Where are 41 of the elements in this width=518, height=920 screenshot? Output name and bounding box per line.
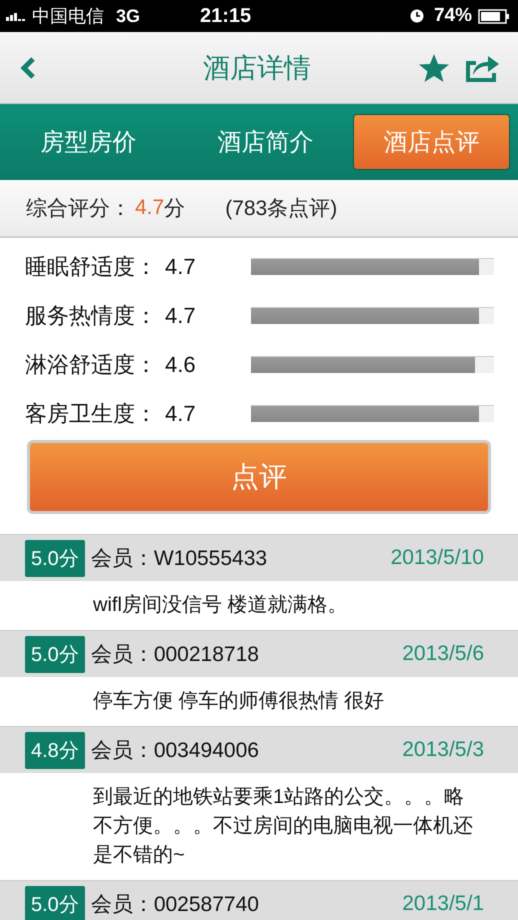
overall-label: 综合评分： xyxy=(26,196,131,222)
rating-label: 睡眠舒适度： xyxy=(25,252,158,280)
signal-icon xyxy=(6,11,28,21)
score-badge: 5.0分 xyxy=(25,886,85,920)
review-text: 到最近的地铁站要乘1站路的公交。。。略不方便。。。不过房间的电脑电视一体机还是不错的~ xyxy=(93,785,474,868)
score-unit: 分 xyxy=(164,196,186,222)
back-icon[interactable] xyxy=(20,56,36,80)
battery-percent: 74% xyxy=(434,5,472,27)
clock-icon xyxy=(410,9,424,23)
member-id: 会员：W10555433 xyxy=(90,546,268,572)
tab[interactable]: 酒店简介 xyxy=(177,115,354,169)
review-date: 2013/5/3 xyxy=(402,738,484,762)
rating-label: 客房卫生度： xyxy=(25,400,158,428)
tab[interactable]: 酒店点评 xyxy=(354,115,509,169)
review-text: wifl房间没信号 楼道就满格。 xyxy=(93,593,348,618)
network-type: 3G xyxy=(116,6,140,26)
page-title: 酒店详情 xyxy=(202,52,312,84)
member-id: 会员：000218718 xyxy=(90,642,260,668)
member-id: 会员：003494006 xyxy=(90,738,260,764)
review-button[interactable]: 点评 xyxy=(27,440,491,514)
rating-value: 4.7 xyxy=(165,302,197,328)
rating-value: 4.7 xyxy=(165,400,197,426)
rating-label: 淋浴舒适度： xyxy=(25,350,158,378)
carrier-name: 中国电信 xyxy=(32,5,104,28)
score-badge: 5.0分 xyxy=(25,636,85,672)
review-date: 2013/5/6 xyxy=(402,642,484,666)
review-date: 2013/5/1 xyxy=(402,892,484,916)
rating-value: 4.7 xyxy=(165,254,197,280)
score-badge: 4.8分 xyxy=(25,732,85,768)
rating-value: 4.6 xyxy=(165,352,197,378)
review-count: (783条点评) xyxy=(225,196,338,222)
status-time: 21:15 xyxy=(200,4,252,28)
overall-score: 4.7 xyxy=(135,196,164,220)
battery-icon xyxy=(478,8,510,24)
review-text: 停车方便 停车的师傅很热情 很好 xyxy=(93,689,386,714)
score-badge: 5.0分 xyxy=(25,540,85,576)
member-id: 会员：002587740 xyxy=(90,892,260,918)
tab[interactable]: 房型房价 xyxy=(0,115,177,169)
star-icon[interactable] xyxy=(418,52,450,82)
rating-label: 服务热情度： xyxy=(25,302,158,330)
review-date: 2013/5/10 xyxy=(390,546,484,570)
